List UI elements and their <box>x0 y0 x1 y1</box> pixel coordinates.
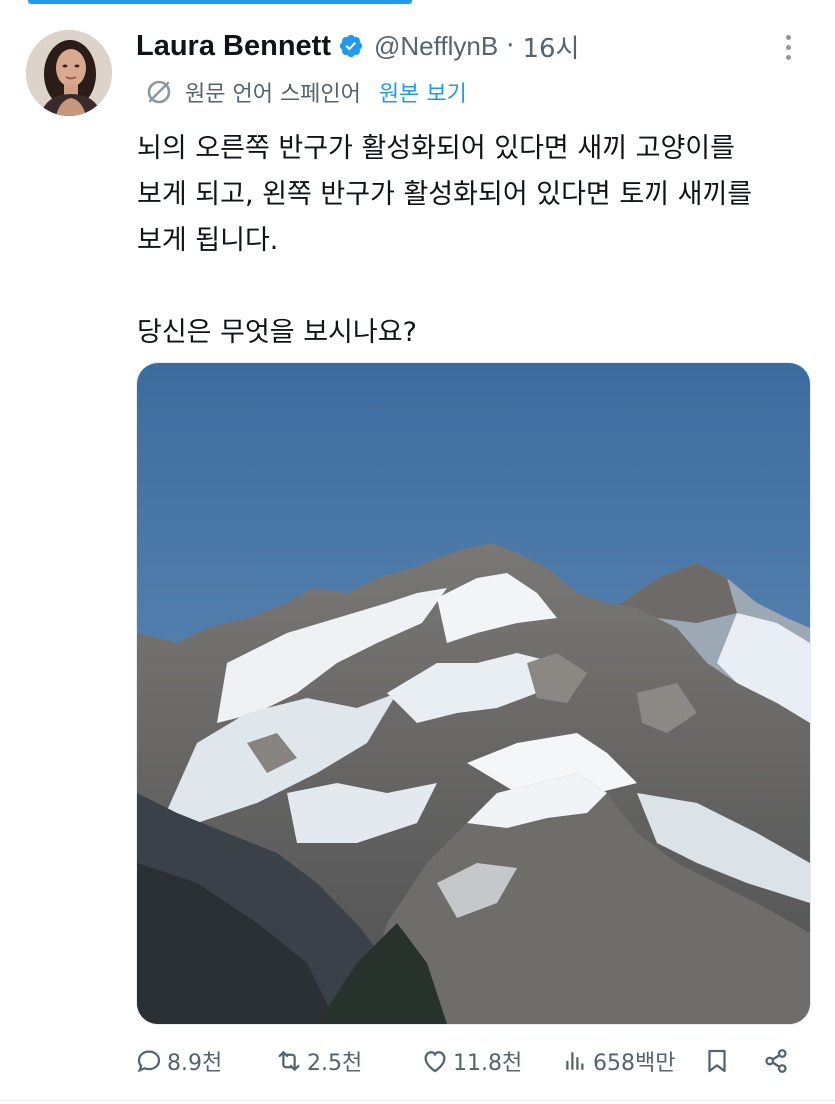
retweet-icon <box>278 1051 300 1071</box>
author-name[interactable]: Laura Bennett <box>136 30 331 63</box>
mountain-photo <box>137 363 810 1024</box>
more-dot-icon <box>785 34 791 40</box>
divider <box>0 1100 835 1101</box>
reply-button[interactable]: 8.9천 <box>134 1045 222 1077</box>
more-dot-icon <box>785 44 791 50</box>
bookmark-icon <box>708 1049 726 1073</box>
tweet-actions: 8.9천 2.5천 11.8천 658백만 <box>134 1038 814 1084</box>
translation-bar: 원문 언어 스페인어 원본 보기 <box>145 75 467 109</box>
post-time[interactable]: 16시 <box>522 28 579 65</box>
author-handle[interactable]: @NefflynB <box>374 31 498 62</box>
more-dot-icon <box>785 54 791 60</box>
tweet-header: Laura Bennett @NefflynB · 16시 <box>136 28 815 64</box>
tweet-media-image[interactable] <box>136 362 811 1025</box>
bookmark-button[interactable] <box>702 1046 732 1076</box>
more-options-button[interactable] <box>773 30 803 64</box>
show-original-link[interactable]: 원본 보기 <box>379 76 467 108</box>
verified-badge-icon <box>339 34 363 58</box>
avatar-image <box>26 30 112 116</box>
like-button[interactable]: 11.8천 <box>420 1045 522 1077</box>
views-chart-icon <box>566 1052 584 1070</box>
reply-icon <box>137 1050 161 1073</box>
top-progress-bar <box>28 0 412 4</box>
translate-icon <box>147 80 171 104</box>
avatar[interactable] <box>26 30 112 116</box>
retweet-button[interactable]: 2.5천 <box>274 1045 362 1077</box>
reply-count: 8.9천 <box>167 1051 223 1076</box>
views-button[interactable]: 658백만 <box>560 1045 675 1077</box>
views-count: 658백만 <box>593 1051 676 1076</box>
translation-language-label: 원문 언어 스페인어 <box>185 82 361 107</box>
share-icon <box>765 1049 787 1073</box>
tweet-text: 뇌의 오른쪽 반구가 활성화되어 있다면 새끼 고양이를 보게 되고, 왼쪽 반… <box>137 133 753 348</box>
separator-dot: · <box>506 31 515 61</box>
retweet-count: 2.5천 <box>307 1051 363 1076</box>
like-count: 11.8천 <box>453 1051 523 1076</box>
share-button[interactable] <box>761 1046 791 1076</box>
heart-icon <box>424 1051 446 1073</box>
